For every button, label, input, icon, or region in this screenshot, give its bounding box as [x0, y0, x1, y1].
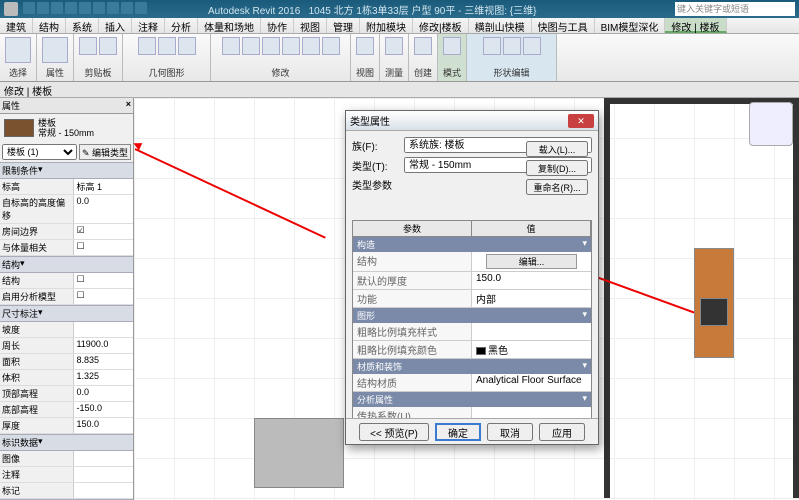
group-identity[interactable]: 标识数据▾: [0, 434, 133, 451]
coarse-color[interactable]: 黑色: [472, 341, 591, 358]
struct-check[interactable]: ☐: [74, 273, 133, 288]
dialog-titlebar[interactable]: 类型属性 ✕: [346, 111, 598, 131]
group-struct[interactable]: 结构▾: [0, 256, 133, 273]
close-button[interactable]: ✕: [568, 114, 594, 128]
edit-type-button[interactable]: ✎ 编辑类型: [79, 144, 131, 160]
offset-value[interactable]: 0.0: [74, 195, 133, 223]
cancel-button[interactable]: 取消: [487, 423, 533, 441]
props-tool[interactable]: [42, 37, 68, 63]
cat-analytical[interactable]: 分析属性▾: [353, 392, 591, 407]
tab-manage[interactable]: 管理: [327, 18, 360, 33]
tab-insert[interactable]: 插入: [99, 18, 132, 33]
ribbon-body: 选择 属性 剪贴板 几何图形 修改 视图 测量 创建 模式 形状编辑: [0, 34, 799, 82]
quick-access-toolbar[interactable]: [22, 2, 148, 17]
struct-material[interactable]: Analytical Floor Surface: [472, 374, 591, 391]
paste-btn[interactable]: [79, 37, 97, 55]
cat-graphics[interactable]: 图形▾: [353, 308, 591, 323]
tab-mass[interactable]: 体量和场地: [198, 18, 261, 33]
panel-clip: 剪贴板: [84, 66, 111, 79]
level-value[interactable]: 标高 1: [74, 179, 133, 194]
tab-view[interactable]: 视图: [294, 18, 327, 33]
cat-materials[interactable]: 材质和装饰▾: [353, 359, 591, 374]
tab-ext2[interactable]: 横剖山快模: [469, 18, 532, 33]
mass-check[interactable]: ☐: [74, 240, 133, 255]
panel-geom: 几何图形: [148, 66, 184, 79]
panel-view: 视图: [356, 66, 374, 79]
preview-button[interactable]: << 预览(P): [359, 423, 429, 441]
ok-button[interactable]: 确定: [435, 423, 481, 441]
type-selector[interactable]: 楼板常规 - 150mm: [0, 114, 133, 142]
panel-measure: 测量: [385, 66, 403, 79]
roombound-check[interactable]: ☑: [74, 224, 133, 239]
select-tool[interactable]: [5, 37, 31, 63]
coarse-pattern[interactable]: [472, 323, 591, 340]
tab-ext3[interactable]: 快图与工具: [532, 18, 595, 33]
furniture-item: [254, 418, 344, 488]
tab-addins[interactable]: 附加模块: [360, 18, 413, 33]
group-dims[interactable]: 尺寸标注▾: [0, 305, 133, 322]
panel-create: 创建: [414, 66, 432, 79]
analytical-check[interactable]: ☐: [74, 289, 133, 304]
group-constraints[interactable]: 限制条件▾: [0, 162, 133, 179]
panel-select: 选择: [9, 66, 27, 79]
instance-filter[interactable]: 楼板 (1): [2, 144, 77, 160]
param-table: 参数值 构造▾ 结构编辑... 默认的厚度150.0 功能内部 图形▾ 粗略比例…: [352, 220, 592, 438]
tab-struct[interactable]: 结构: [33, 18, 66, 33]
dialog-title: 类型属性: [350, 113, 568, 128]
app-icon[interactable]: [4, 2, 18, 16]
tab-ext1[interactable]: 修改|楼板: [413, 18, 469, 33]
tab-collab[interactable]: 协作: [261, 18, 294, 33]
tab-arch[interactable]: 建筑: [0, 18, 33, 33]
tab-modify[interactable]: 修改 | 楼板: [665, 18, 726, 33]
close-icon[interactable]: ×: [126, 99, 131, 112]
options-bar: 修改 | 楼板: [0, 82, 799, 98]
app-titlebar: Autodesk Revit 2016 1045 北方 1栋3单33层 户型 9…: [0, 0, 799, 18]
type-swatch: [4, 119, 34, 137]
cut-btn[interactable]: [99, 37, 117, 55]
prop-title: 属性: [2, 99, 20, 112]
furniture-cooktop: [700, 298, 728, 326]
cat-construction[interactable]: 构造▾: [353, 237, 591, 252]
load-button[interactable]: 载入(L)...: [526, 141, 588, 157]
title-text: Autodesk Revit 2016 1045 北方 1栋3单33层 户型 9…: [208, 2, 536, 17]
function-value[interactable]: 内部: [472, 290, 591, 307]
help-search[interactable]: 键入关键字或短语: [675, 2, 795, 16]
type-properties-dialog: 类型属性 ✕ 族(F):系统族: 楼板 类型(T):常规 - 150mm 载入(…: [345, 110, 599, 445]
panel-modify: 修改: [271, 66, 289, 79]
rename-button[interactable]: 重命名(R)...: [526, 179, 588, 195]
ribbon-tabs: 建筑 结构 系统 插入 注释 分析 体量和场地 协作 视图 管理 附加模块 修改…: [0, 18, 799, 34]
apply-button[interactable]: 应用: [539, 423, 585, 441]
panel-props: 属性: [46, 66, 64, 79]
panel-mode: 模式: [443, 66, 461, 79]
tab-annot[interactable]: 注释: [132, 18, 165, 33]
panel-shape: 形状编辑: [493, 66, 529, 79]
tab-sys[interactable]: 系统: [66, 18, 99, 33]
tab-analyze[interactable]: 分析: [165, 18, 198, 33]
properties-palette: 属性× 楼板常规 - 150mm 楼板 (1) ✎ 编辑类型 限制条件▾ 标高标…: [0, 98, 134, 500]
duplicate-button[interactable]: 复制(D)...: [526, 160, 588, 176]
structure-edit-button[interactable]: 编辑...: [486, 254, 577, 269]
viewcube[interactable]: [749, 102, 793, 146]
geom-btn[interactable]: [138, 37, 156, 55]
tab-ext4[interactable]: BIM模型深化: [595, 18, 666, 33]
